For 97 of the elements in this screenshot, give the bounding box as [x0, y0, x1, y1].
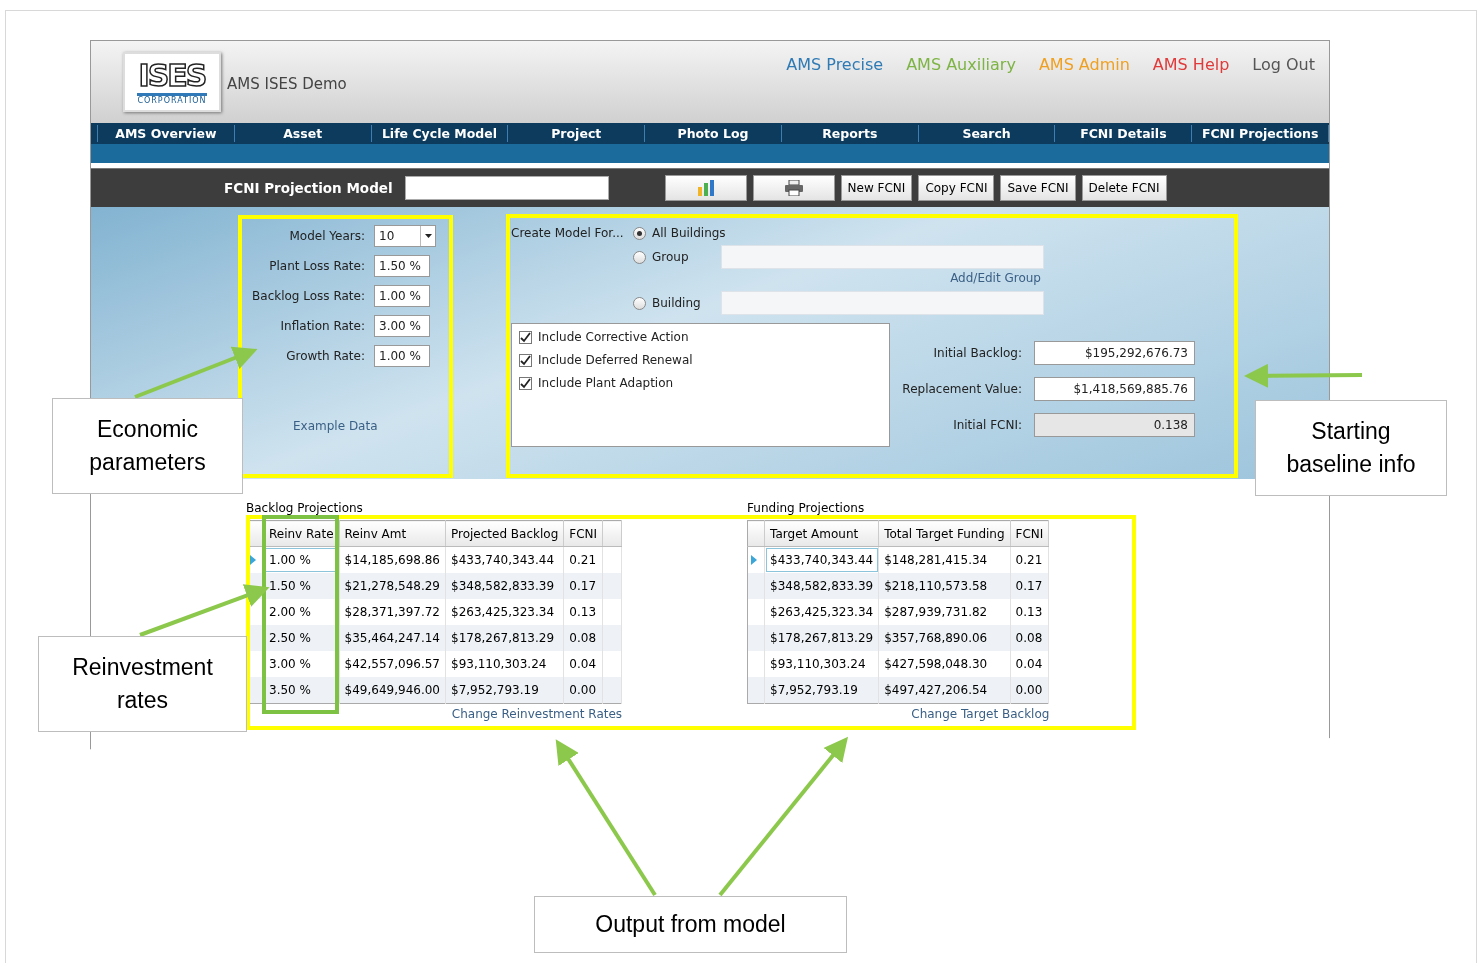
radio-option[interactable]: All Buildings — [633, 226, 726, 240]
input-field[interactable]: 3.00 % — [374, 315, 430, 337]
table-cell: 0.08 — [563, 625, 603, 651]
nav-tab[interactable]: Life Cycle Model — [370, 125, 508, 142]
toolbar-button[interactable]: Copy FCNI — [918, 175, 995, 201]
check-icon — [520, 354, 531, 366]
field-label: Replacement Value: — [901, 382, 1022, 396]
toolbar-button[interactable]: Delete FCNI — [1081, 175, 1167, 201]
table-cell: $7,952,793.19 — [764, 677, 879, 704]
nav-tab[interactable]: Reports — [780, 125, 918, 142]
column-header[interactable]: FCNI — [563, 520, 603, 547]
input-field[interactable]: 1.50 % — [374, 255, 430, 277]
printer-icon — [783, 180, 804, 196]
nav-tab[interactable]: Search — [917, 125, 1055, 142]
example-data-link[interactable]: Example Data — [293, 419, 451, 433]
dropdown-field[interactable] — [721, 291, 1044, 315]
add-edit-group-link[interactable]: Add/Edit Group — [511, 271, 1041, 285]
table-cell: $178,267,813.29 — [764, 625, 879, 651]
table-cell: $7,952,793.19 — [445, 677, 564, 704]
table-cell: $433,740,343.44 — [764, 546, 879, 573]
table-cell: $348,582,833.39 — [445, 573, 564, 599]
table-cell: $497,427,206.54 — [878, 677, 1011, 704]
field-label: Initial FCNI: — [952, 418, 1022, 432]
print-button[interactable] — [752, 175, 835, 201]
dropdown-field[interactable]: 10 — [374, 225, 436, 247]
nav-tab[interactable]: FCNI Details — [1054, 125, 1192, 142]
nav-tab[interactable]: Asset — [233, 125, 371, 142]
radio-option[interactable]: Group — [633, 250, 721, 264]
bar-chart-icon — [696, 179, 715, 197]
header-link[interactable]: AMS Precise — [786, 55, 884, 74]
chart-button[interactable] — [664, 175, 747, 201]
table-cell: $21,278,548.29 — [339, 573, 446, 599]
table-cell: $218,110,573.58 — [878, 573, 1011, 599]
table-cell: 0.17 — [563, 573, 603, 599]
checkbox[interactable]: Include Plant Adaption — [519, 376, 882, 390]
app-title: AMS ISES Demo — [227, 75, 347, 93]
check-icon — [520, 331, 531, 343]
row-indicator-icon — [250, 555, 256, 565]
field-label: Initial Backlog: — [932, 346, 1022, 360]
table-cell: 0.17 — [1010, 573, 1049, 599]
grid-link[interactable]: Change Target Backlog — [747, 707, 1050, 721]
nav-tab[interactable]: Photo Log — [644, 125, 781, 142]
field-label: Growth Rate: — [285, 349, 365, 363]
header-link[interactable]: AMS Help — [1152, 55, 1230, 74]
column-header[interactable]: Target Amount — [764, 520, 879, 547]
field-label: Backlog Loss Rate: — [251, 289, 365, 303]
nav-tab[interactable]: FCNI Projections — [1191, 125, 1330, 142]
value-field: 0.138 — [1034, 413, 1195, 437]
table-cell: $49,649,946.00 — [339, 677, 446, 704]
callout-label: Economic parameters — [52, 398, 243, 494]
table-row[interactable]: 3.50 % $49,649,946.00 $7,952,793.19 0.00 — [246, 677, 622, 704]
field-label: Model Years: — [288, 229, 365, 243]
toolbar-title: FCNI Projection Model — [224, 180, 393, 196]
value-field[interactable]: $195,292,676.73 — [1034, 341, 1195, 365]
table-row[interactable]: $178,267,813.29 $357,768,890.06 0.08 — [747, 625, 1049, 651]
checkbox[interactable]: Include Corrective Action — [519, 330, 882, 344]
column-header[interactable]: Reinv Amt — [339, 520, 446, 547]
header-link[interactable]: Log Out — [1252, 55, 1315, 74]
grid-title: Backlog Projections — [246, 501, 364, 515]
dropdown-field[interactable] — [721, 245, 1044, 269]
table-row[interactable]: 2.50 % $35,464,247.14 $178,267,813.29 0.08 — [246, 625, 622, 651]
field-label: Inflation Rate: — [279, 319, 365, 333]
row-indicator-icon — [751, 555, 758, 565]
table-cell: $178,267,813.29 — [445, 625, 564, 651]
table-row[interactable]: $7,952,793.19 $497,427,206.54 0.00 — [747, 677, 1049, 704]
grid-link[interactable]: Change Reinvestment Rates — [246, 707, 623, 721]
nav-tab[interactable]: AMS Overview — [97, 125, 234, 142]
table-cell: $357,768,890.06 — [878, 625, 1011, 651]
table-cell: 0.00 — [563, 677, 603, 704]
column-header[interactable]: FCNI — [1010, 520, 1049, 547]
company-logo: ISES CORPORATION — [123, 52, 221, 112]
toolbar-button[interactable]: New FCNI — [840, 175, 913, 201]
input-field[interactable]: 1.00 % — [374, 285, 430, 307]
callout-label: Reinvestment rates — [38, 636, 247, 732]
table-row[interactable]: $348,582,833.39 $218,110,573.58 0.17 — [747, 573, 1049, 599]
table-cell: 0.00 — [1010, 677, 1049, 704]
column-header[interactable]: Projected Backlog — [445, 520, 564, 547]
table-cell: 3.50 % — [263, 677, 340, 704]
grid-title: Funding Projections — [747, 501, 866, 515]
table-cell: 0.08 — [1010, 625, 1049, 651]
table-cell: $35,464,247.14 — [339, 625, 446, 651]
caret-icon — [424, 234, 432, 238]
value-field[interactable]: $1,418,569,885.76 — [1034, 377, 1195, 401]
field-label: Plant Loss Rate: — [268, 259, 365, 273]
column-header[interactable]: Total Target Funding — [878, 520, 1011, 547]
field-label: Create Model For... — [511, 226, 624, 240]
checkbox[interactable]: Include Deferred Renewal — [519, 353, 882, 367]
table-cell: $348,582,833.39 — [764, 573, 879, 599]
callout-label: Output from model — [534, 896, 847, 953]
callout-label: Starting baseline info — [1255, 400, 1447, 496]
check-icon — [520, 377, 531, 389]
table-row[interactable]: 1.50 % $21,278,548.29 $348,582,833.39 0.17 — [246, 573, 622, 599]
toolbar-button[interactable]: Save FCNI — [1000, 175, 1076, 201]
input-field[interactable]: 1.00 % — [374, 345, 430, 367]
nav-tab[interactable]: Project — [507, 125, 645, 142]
model-name-field[interactable] — [404, 176, 609, 200]
radio-option[interactable]: Building — [633, 296, 721, 310]
